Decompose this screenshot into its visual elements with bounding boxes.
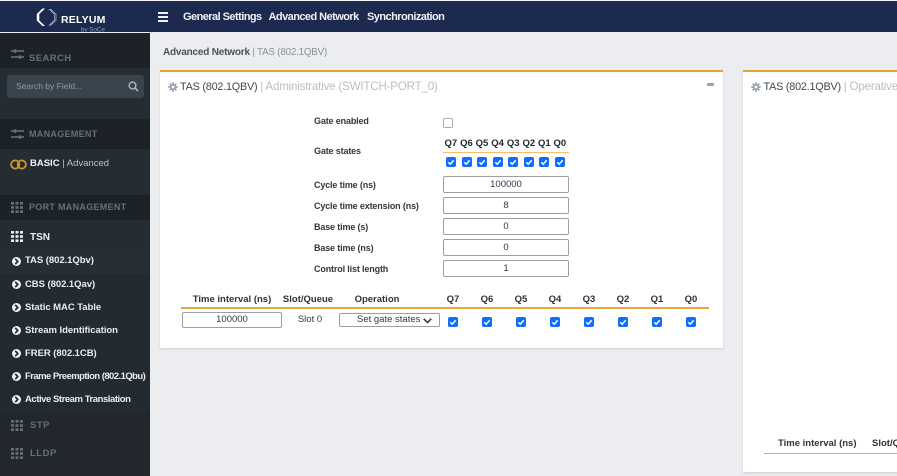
svg-text:RELYUM: RELYUM xyxy=(61,14,106,26)
svg-text:by SoCe: by SoCe xyxy=(81,27,106,33)
